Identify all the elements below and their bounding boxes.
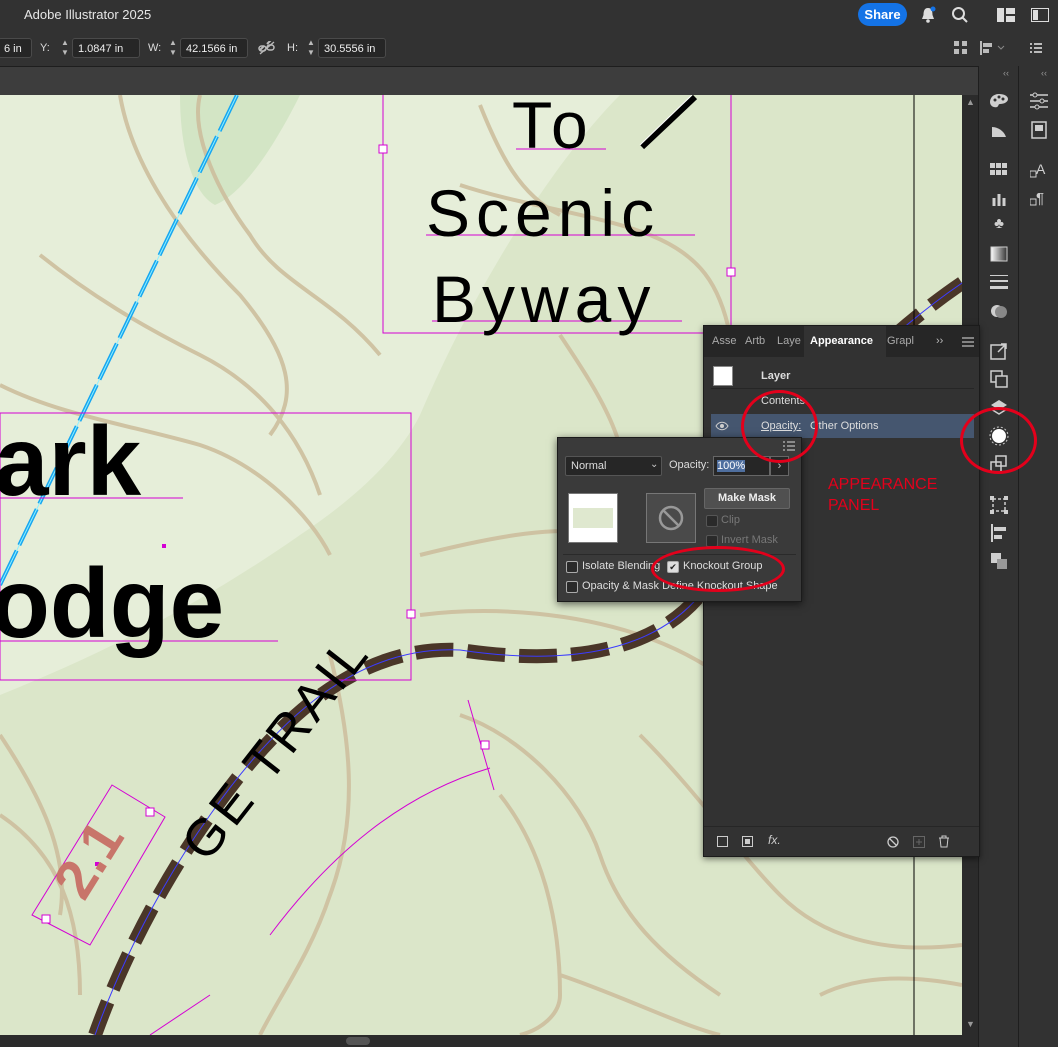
collapse-icon[interactable]: ‹‹ (1003, 68, 1009, 78)
menu-icon[interactable] (1030, 42, 1042, 54)
svg-text:¶: ¶ (1036, 190, 1044, 207)
character-icon[interactable]: A (1030, 161, 1048, 179)
layer-thumbnail (713, 366, 733, 386)
brushes-icon[interactable] (990, 188, 1008, 208)
panel-menu-icon[interactable] (962, 337, 974, 347)
add-stroke-icon[interactable] (717, 836, 728, 847)
workspace-icon[interactable] (997, 8, 1015, 22)
no-mask-icon (658, 505, 684, 531)
color-icon[interactable] (989, 92, 1009, 110)
make-mask-button[interactable]: Make Mask (704, 488, 790, 509)
duplicate-item-icon[interactable] (913, 836, 925, 848)
clear-appearance-icon[interactable] (887, 836, 899, 848)
layer-label: Layer (761, 370, 791, 382)
transparency-icon[interactable] (990, 302, 1008, 320)
h-label: H: (287, 42, 298, 54)
pathfinder-icon[interactable] (990, 552, 1008, 570)
search-icon[interactable] (951, 6, 969, 24)
bell-icon[interactable] (920, 6, 936, 24)
artwork-thumbnail[interactable] (568, 493, 618, 543)
app-title: Adobe Illustrator 2025 (24, 7, 152, 22)
map-label-odge: odge (0, 548, 225, 658)
link-proportions-icon[interactable] (258, 41, 276, 55)
horizontal-scrollbar[interactable] (0, 1035, 978, 1047)
y-stepper[interactable]: ▲ ▼ (59, 38, 71, 58)
thumbnail-map (573, 508, 613, 528)
scroll-thumb[interactable] (346, 1037, 370, 1045)
tab-layers[interactable]: Laye (777, 326, 802, 357)
trash-icon[interactable] (938, 835, 950, 848)
w-label: W: (148, 42, 162, 54)
clip-label: Clip (721, 514, 740, 526)
control-bar: 6 in Y: ▲ ▼ 1.0847 in W: ▲ ▼ 42.1566 in H:… (0, 30, 1058, 67)
fx-icon[interactable]: fx. (768, 833, 781, 847)
panel-layout-icon[interactable] (1031, 8, 1049, 22)
tab-assets[interactable]: Asse (712, 326, 740, 357)
annotation-circle-appearance-icon (960, 407, 1037, 474)
annotation-label: APPEARANCE PANEL (828, 476, 938, 514)
annotation-circle-opacity (741, 390, 818, 463)
color-guide-icon[interactable] (990, 121, 1008, 139)
clip-checkbox[interactable] (706, 515, 718, 527)
opacity-input-value: 100% (717, 460, 746, 472)
collapse-icon[interactable]: ‹‹ (1041, 68, 1047, 78)
swatches-icon[interactable] (990, 163, 1008, 177)
map-label-byway: Byway (432, 262, 657, 336)
eye-icon[interactable] (715, 421, 729, 431)
w-stepper[interactable]: ▲ ▼ (167, 38, 179, 58)
opacity-mask-knockout-checkbox[interactable] (566, 581, 578, 593)
invert-mask-label: Invert Mask (721, 534, 778, 546)
map-label-scenic: Scenic (426, 176, 661, 250)
w-field[interactable]: 42.1566 in (180, 38, 248, 58)
map-label-ark: ark (0, 406, 142, 516)
annotation-circle-knockout (651, 546, 785, 592)
panel-expand-icon[interactable]: ›› (936, 335, 943, 347)
share-button[interactable]: Share (858, 3, 907, 26)
panel-footer: fx. (704, 826, 979, 857)
mask-thumbnail[interactable] (646, 493, 696, 543)
isolate-blending-label: Isolate Blending (582, 560, 661, 572)
properties-icon[interactable] (1030, 92, 1048, 110)
blend-mode-select[interactable]: Normal ⌄ (565, 456, 662, 476)
export-icon[interactable] (990, 342, 1008, 360)
map-label-to: To (512, 95, 594, 162)
y-label: Y: (40, 42, 50, 54)
libraries-icon[interactable] (1030, 121, 1048, 139)
paragraph-icon[interactable]: ¶ (1030, 189, 1048, 207)
isolate-blending-checkbox[interactable] (566, 561, 578, 573)
h-field[interactable]: 30.5556 in (318, 38, 386, 58)
chevron-down-icon: ⌄ (650, 459, 659, 470)
add-fill-icon[interactable] (742, 836, 753, 847)
align-panel-icon[interactable] (990, 524, 1008, 542)
symbols-icon[interactable]: ♣ (989, 216, 1009, 232)
tab-artboards[interactable]: Artb (745, 326, 771, 357)
tool-panel-dock: ‹‹ ♣ (978, 66, 1019, 1047)
tab-graphic-styles[interactable]: Grapl (887, 326, 915, 357)
title-bar: Adobe Illustrator 2025 Share (0, 0, 1058, 30)
opacity-value: Other Options (810, 420, 879, 432)
scroll-down-icon[interactable]: ▼ (966, 1019, 975, 1029)
opacity-label: Opacity: (669, 459, 710, 471)
transform-panel-icon[interactable] (990, 496, 1008, 514)
y-field[interactable]: 1.0847 in (72, 38, 140, 58)
align-icon[interactable] (980, 41, 1006, 55)
scroll-up-icon[interactable]: ▲ (966, 97, 975, 107)
gradient-icon[interactable] (990, 246, 1008, 262)
document-tab-strip (0, 67, 978, 95)
tab-appearance[interactable]: Appearance (804, 326, 886, 357)
layer-row[interactable]: Layer (711, 364, 974, 389)
x-field[interactable]: 6 in (0, 38, 32, 58)
artboards-icon[interactable] (990, 370, 1008, 388)
h-stepper[interactable]: ▲ ▼ (305, 38, 317, 58)
transform-icon[interactable] (954, 41, 968, 55)
stroke-icon[interactable] (990, 274, 1008, 290)
svg-text:A: A (1036, 161, 1046, 177)
properties-dock: ‹‹ A ¶ (1018, 66, 1058, 1047)
blend-mode-value: Normal (571, 460, 607, 472)
